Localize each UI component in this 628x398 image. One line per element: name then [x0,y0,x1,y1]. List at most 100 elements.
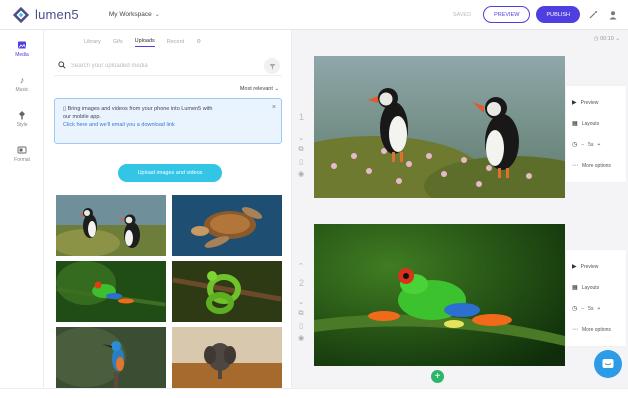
puffins-scene-image [314,56,565,198]
search-input[interactable] [71,62,251,69]
puffins-image [56,195,166,256]
chevron-down-icon: ⌄ [274,86,279,92]
banner-text-line2: our mobile app. [63,114,101,120]
scene-1-options: ▶ Preview ▦ Layouts ◷ − 5s + ⋯ More options [566,86,626,182]
media-tabs: Library Gifs Uploads Recent ⚙ [84,38,201,47]
scene-layouts-option[interactable]: ▦ Layouts [572,277,620,298]
music-note-icon: ♪ [19,75,25,85]
workspace-selector[interactable]: My Workspace ⌄ [109,11,160,18]
option-label: 5s [588,141,594,148]
scene-layouts-option[interactable]: ▦ Layouts [572,113,620,134]
chevron-down-icon: ⌄ [613,36,620,42]
workspace-name: My Workspace [108,11,152,18]
lumen5-logo[interactable]: lumen5 [12,6,79,24]
rail-label: Media [15,52,29,58]
magic-wand-icon[interactable] [586,8,600,22]
tab-recent[interactable]: Recent [167,39,184,47]
option-label: Layouts [581,284,600,291]
left-rail: Media ♪ Music Style Format [0,30,44,388]
bottom-strip [0,388,628,398]
dots-icon: ⋯ [572,327,578,333]
clock-icon: ◷ [572,142,578,148]
user-avatar-icon[interactable] [606,8,620,22]
elephant-image [172,327,282,388]
option-label: More options [582,326,611,333]
layouts-icon: ▦ [572,121,578,127]
scene-more-option[interactable]: ⋯ More options [572,155,620,176]
tab-uploads[interactable]: Uploads [134,38,155,47]
layouts-icon: ▦ [572,285,578,291]
eye-icon[interactable]: ◉ [298,334,304,342]
storyboard-canvas: ◷ 00:10 ⌄ 1 ⌄ ⧉ ▯ ◉ ▶ Preview ▦ Layouts … [292,30,628,388]
option-label: More options [582,162,611,169]
saved-status: SAVED [452,11,472,18]
green-snake-image [172,261,282,322]
scene-2-preview[interactable] [314,224,565,366]
scene-number-2: 2 [299,278,305,288]
rail-label: Music [15,87,29,93]
tree-frog-scene-image [314,224,565,366]
sea-turtle-image [172,195,282,256]
scene-number-1: 1 [299,112,305,122]
top-bar: lumen5 My Workspace ⌄ SAVED PREVIEW PUBL… [0,0,628,30]
rail-item-format[interactable]: Format [0,138,44,170]
scene-preview-option[interactable]: ▶ Preview [572,256,620,277]
thumbnail-sea-turtle[interactable] [172,195,282,256]
banner-email-link[interactable]: Click here and we'll email you a downloa… [63,121,265,129]
rail-item-music[interactable]: ♪ Music [0,68,44,100]
option-label: Preview [580,263,599,270]
scene-2-tools-lower: ⌄ ⧉ ▯ ◉ [298,298,304,342]
banner-text-line1: Bring images and videos from your phone … [67,106,213,112]
scene-1-preview[interactable] [314,56,565,198]
thumbnail-puffins[interactable] [56,195,166,256]
thumbnail-green-snake[interactable] [172,261,282,322]
chat-icon [602,359,614,368]
rail-item-media[interactable]: Media [0,33,44,65]
play-icon: ▶ [572,100,577,106]
diamond-logo-icon [12,6,30,23]
scene-2-tools: ⌃ [298,262,304,270]
chevron-down-icon[interactable]: ⌄ [298,134,304,142]
tab-gifs[interactable]: Gifs [113,39,123,47]
scene-duration-option[interactable]: ◷ − 5s + [572,298,620,319]
duration-value: 00:10 [600,36,614,42]
thumbnail-elephant[interactable] [172,327,282,388]
app-name: lumen5 [35,7,79,22]
scene-duration-option[interactable]: ◷ − 5s + [572,134,620,155]
scene-preview-option[interactable]: ▶ Preview [572,92,620,113]
tab-library[interactable]: Library [84,39,101,47]
scene-1-tools: ⌄ ⧉ ▯ ◉ [298,134,304,178]
image-icon [17,40,27,50]
option-label: Layouts [581,120,600,127]
paint-icon [17,110,27,120]
filter-icon[interactable] [264,58,280,74]
thumbnail-tree-frog[interactable] [56,261,166,322]
upload-media-button[interactable]: Upload images and videos [118,164,222,182]
trash-icon[interactable]: ▯ [299,158,303,166]
publish-button[interactable]: PUBLISH [536,6,580,23]
close-icon[interactable]: × [272,104,276,111]
chat-support-button[interactable] [594,350,622,378]
duplicate-icon[interactable]: ⧉ [299,146,304,154]
clock-icon: ◷ [572,306,578,312]
sort-label: Most relevant [239,86,273,92]
preview-button[interactable]: PREVIEW [483,6,531,23]
eye-icon[interactable]: ◉ [298,170,304,178]
sort-dropdown[interactable]: Most relevant ⌄ [240,86,279,92]
chevron-down-icon: ⌄ [154,12,160,18]
thumbnail-kingfisher[interactable] [56,327,166,388]
duration-timer: ◷ 00:10 ⌄ [594,36,620,42]
trash-icon[interactable]: ▯ [299,322,303,330]
scene-more-option[interactable]: ⋯ More options [572,319,620,340]
rail-item-style[interactable]: Style [0,103,44,135]
chevron-down-icon[interactable]: ⌄ [298,298,304,306]
duplicate-icon[interactable]: ⧉ [299,310,304,318]
chevron-up-icon[interactable]: ⌃ [298,262,304,270]
tab-settings-icon[interactable]: ⚙ [196,39,201,47]
play-icon: ▶ [572,264,577,270]
dots-icon: ⋯ [572,163,578,169]
add-scene-button[interactable]: + [431,370,444,383]
format-icon [17,145,27,155]
kingfisher-image [56,327,166,388]
tree-frog-image [56,261,166,322]
